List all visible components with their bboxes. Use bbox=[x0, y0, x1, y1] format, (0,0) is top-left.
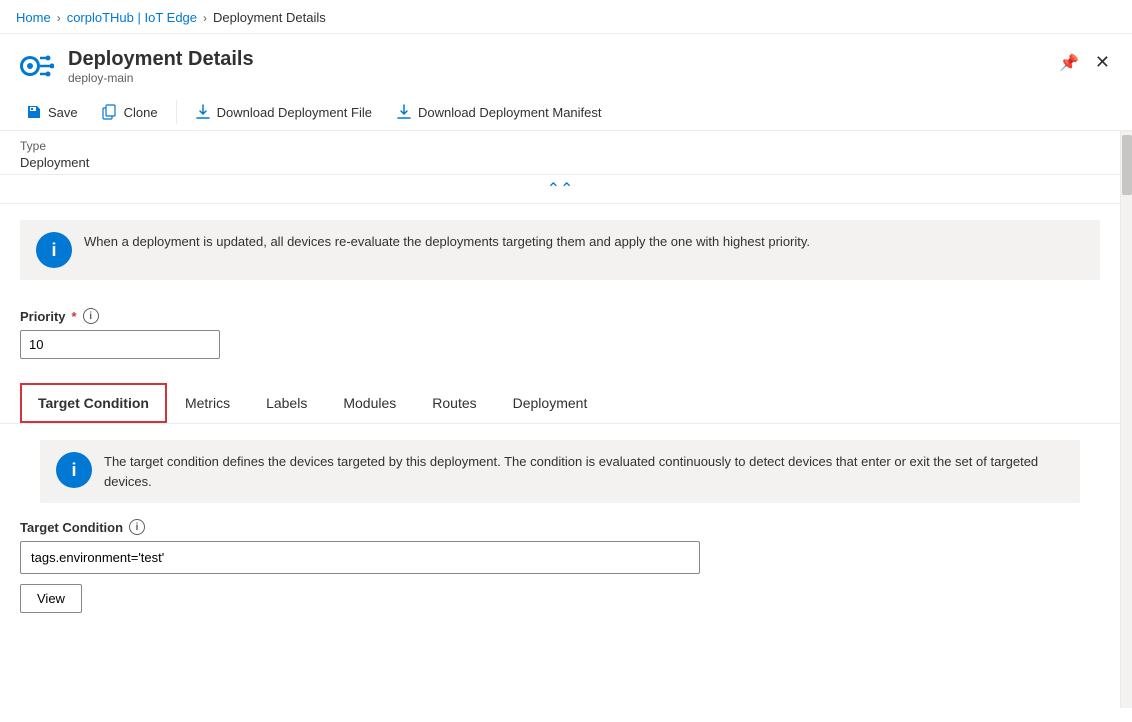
tabs: Target Condition Metrics Labels Modules … bbox=[20, 383, 1100, 423]
page-header-left: Deployment Details deploy-main bbox=[16, 46, 254, 86]
tab-modules[interactable]: Modules bbox=[325, 383, 414, 423]
breadcrumb-hub[interactable]: corploTHub | IoT Edge bbox=[67, 10, 197, 25]
deployment-icon bbox=[16, 46, 56, 86]
page-title-group: Deployment Details deploy-main bbox=[68, 47, 254, 85]
page-header: Deployment Details deploy-main 📌 ✕ bbox=[0, 34, 1132, 94]
info-text-1: When a deployment is updated, all device… bbox=[84, 232, 810, 252]
target-condition-section: Target Condition i View bbox=[20, 519, 1100, 613]
tabs-container: Target Condition Metrics Labels Modules … bbox=[0, 383, 1120, 424]
main-content: Type Deployment ⌃⌃ i When a deployment i… bbox=[0, 131, 1132, 708]
scrollbar-track[interactable] bbox=[1120, 131, 1132, 708]
priority-label-text: Priority bbox=[20, 309, 66, 324]
header-actions: 📌 ✕ bbox=[1053, 46, 1116, 79]
pin-icon: 📌 bbox=[1059, 53, 1079, 73]
tab-target-condition[interactable]: Target Condition bbox=[20, 383, 167, 423]
close-icon: ✕ bbox=[1095, 52, 1110, 73]
tab-metrics[interactable]: Metrics bbox=[167, 383, 248, 423]
info-icon-2: i bbox=[56, 452, 92, 488]
tab-deployment[interactable]: Deployment bbox=[495, 383, 606, 423]
tab-target-condition-label: Target Condition bbox=[38, 395, 149, 411]
view-button[interactable]: View bbox=[20, 584, 82, 613]
priority-info-icon[interactable]: i bbox=[83, 308, 99, 324]
download-file-icon bbox=[195, 104, 211, 120]
tab-routes-label: Routes bbox=[432, 395, 476, 411]
collapse-row: ⌃⌃ bbox=[0, 175, 1120, 204]
download-manifest-label: Download Deployment Manifest bbox=[418, 105, 602, 120]
priority-section: Priority * i bbox=[0, 296, 1120, 375]
chevron-up-icon: ⌃⌃ bbox=[547, 181, 574, 198]
clone-label: Clone bbox=[124, 105, 158, 120]
clone-button[interactable]: Clone bbox=[92, 98, 168, 126]
breadcrumb-home[interactable]: Home bbox=[16, 10, 51, 25]
tab-labels[interactable]: Labels bbox=[248, 383, 325, 423]
type-label: Type bbox=[20, 139, 1100, 153]
breadcrumb-current: Deployment Details bbox=[213, 10, 326, 25]
priority-label: Priority * i bbox=[20, 308, 1100, 324]
save-button[interactable]: Save bbox=[16, 98, 88, 126]
save-label: Save bbox=[48, 105, 78, 120]
pin-button[interactable]: 📌 bbox=[1053, 47, 1085, 79]
breadcrumb-sep-2: › bbox=[203, 11, 207, 25]
breadcrumb: Home › corploTHub | IoT Edge › Deploymen… bbox=[0, 0, 1132, 34]
required-star: * bbox=[72, 309, 77, 324]
target-condition-input[interactable] bbox=[20, 541, 700, 574]
target-condition-label: Target Condition i bbox=[20, 519, 1100, 535]
target-condition-info-icon[interactable]: i bbox=[129, 519, 145, 535]
download-manifest-button[interactable]: Download Deployment Manifest bbox=[386, 98, 612, 126]
toolbar: Save Clone Download Deployment File Down… bbox=[0, 94, 1132, 131]
priority-input[interactable] bbox=[20, 330, 220, 359]
collapse-button[interactable]: ⌃⌃ bbox=[547, 179, 574, 199]
info-text-2: The target condition defines the devices… bbox=[104, 452, 1064, 491]
tab-modules-label: Modules bbox=[343, 395, 396, 411]
info-icon-1: i bbox=[36, 232, 72, 268]
close-button[interactable]: ✕ bbox=[1089, 46, 1116, 79]
tab-content: i The target condition defines the devic… bbox=[0, 440, 1120, 633]
download-file-label: Download Deployment File bbox=[217, 105, 372, 120]
content-area: Type Deployment ⌃⌃ i When a deployment i… bbox=[0, 131, 1120, 708]
page-subtitle: deploy-main bbox=[68, 71, 254, 85]
type-section: Type Deployment bbox=[0, 131, 1120, 175]
page-title: Deployment Details bbox=[68, 47, 254, 71]
type-value: Deployment bbox=[20, 155, 1100, 170]
breadcrumb-sep-1: › bbox=[57, 11, 61, 25]
info-banner-2: i The target condition defines the devic… bbox=[40, 440, 1080, 503]
save-icon bbox=[26, 104, 42, 120]
scrollbar-thumb[interactable] bbox=[1122, 135, 1132, 195]
info-banner-1: i When a deployment is updated, all devi… bbox=[20, 220, 1100, 280]
clone-icon bbox=[102, 104, 118, 120]
tab-metrics-label: Metrics bbox=[185, 395, 230, 411]
target-condition-label-text: Target Condition bbox=[20, 520, 123, 535]
download-file-button[interactable]: Download Deployment File bbox=[185, 98, 382, 126]
download-manifest-icon bbox=[396, 104, 412, 120]
tab-routes[interactable]: Routes bbox=[414, 383, 494, 423]
tab-labels-label: Labels bbox=[266, 395, 307, 411]
toolbar-separator-1 bbox=[176, 100, 177, 124]
tab-deployment-label: Deployment bbox=[513, 395, 588, 411]
